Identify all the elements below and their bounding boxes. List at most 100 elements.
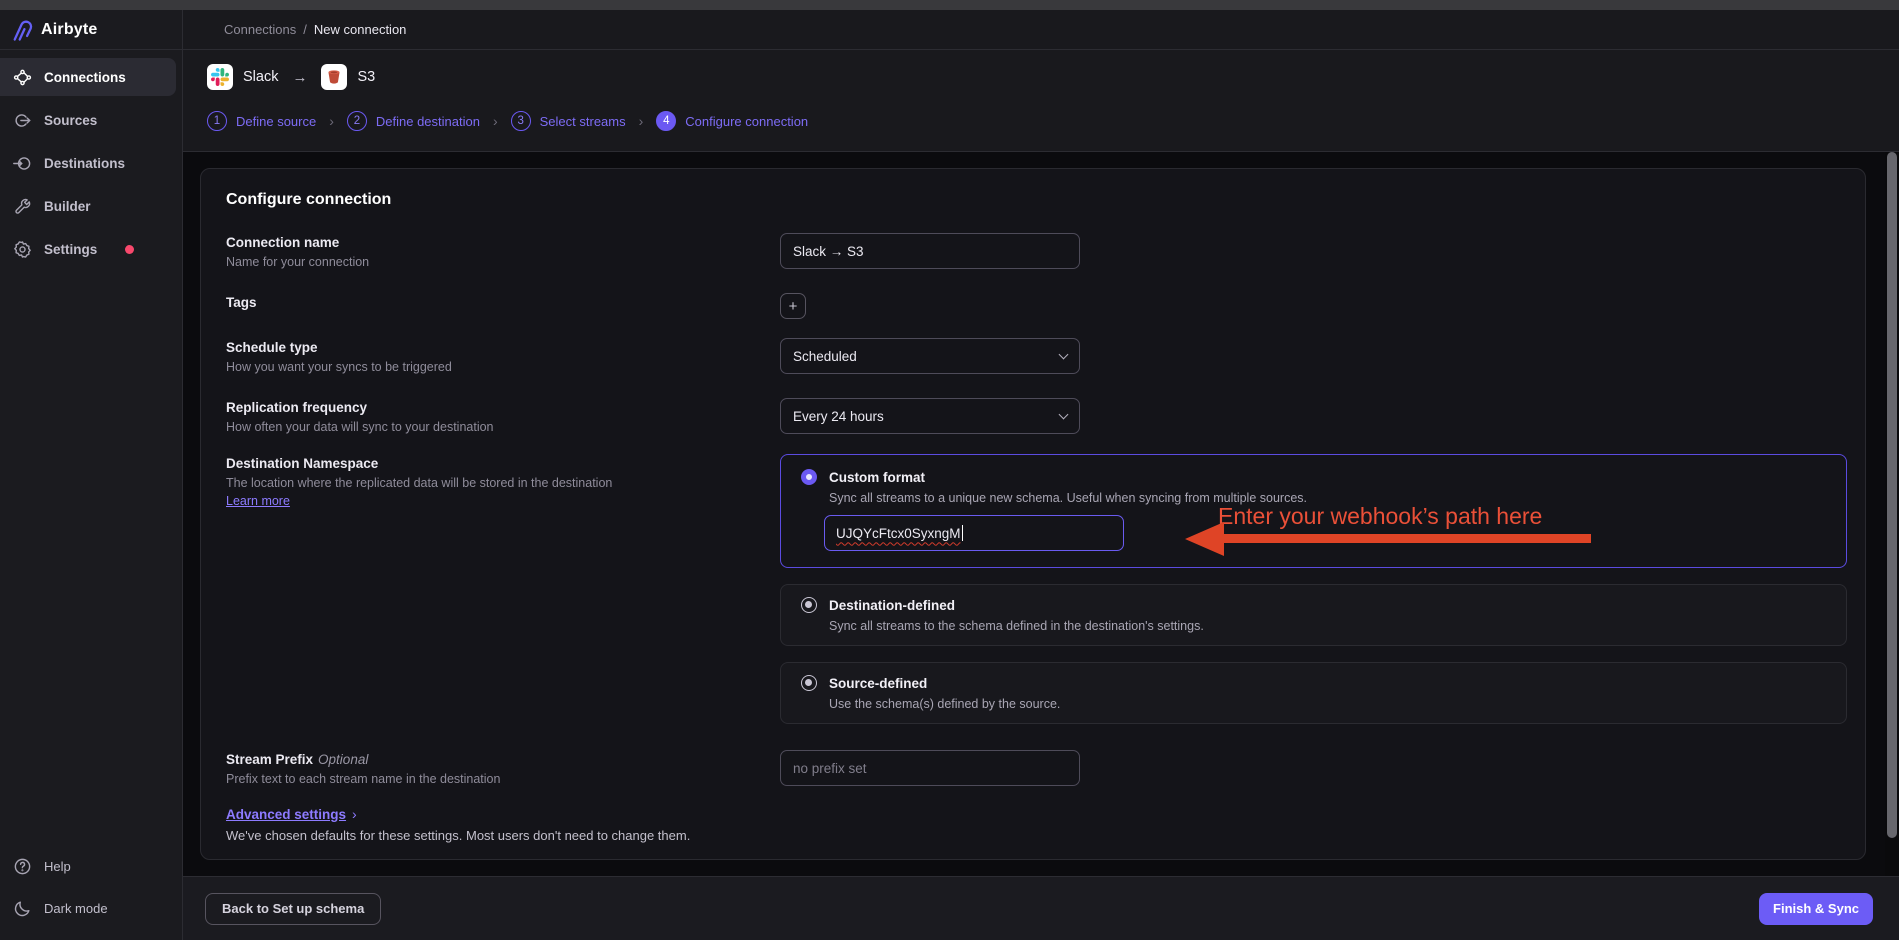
schedule-type-value: Scheduled xyxy=(793,349,857,364)
advanced-settings-description: We've chosen defaults for these settings… xyxy=(226,828,1845,843)
connections-icon xyxy=(13,68,32,87)
step-define-destination[interactable]: 2 Define destination xyxy=(347,111,480,131)
moon-icon xyxy=(13,899,32,918)
wizard-steps: 1 Define source › 2 Define destination ›… xyxy=(207,111,1899,131)
destinations-icon xyxy=(13,154,32,173)
page-title: Configure connection xyxy=(226,191,1845,209)
breadcrumb-separator: / xyxy=(303,22,307,37)
sidebar-nav: Connections Sources Destinations Builder xyxy=(0,50,182,273)
airbyte-logo-icon xyxy=(8,17,34,43)
destination-namespace-row: Destination Namespace The location where… xyxy=(226,454,1845,724)
advanced-settings-block: Advanced settings › We've chosen default… xyxy=(226,806,1845,843)
namespace-option-title: Custom format xyxy=(829,470,925,485)
connection-name-input[interactable] xyxy=(780,233,1080,269)
window-chrome-strip xyxy=(0,0,1899,10)
replication-frequency-value: Every 24 hours xyxy=(793,409,884,424)
breadcrumb-current-page: New connection xyxy=(314,22,407,37)
namespace-option-custom-format[interactable]: Custom format Sync all streams to a uniq… xyxy=(780,454,1847,568)
slack-icon xyxy=(207,64,233,90)
sidebar-item-destinations[interactable]: Destinations xyxy=(0,144,176,182)
namespace-option-source-defined[interactable]: Source-defined Use the schema(s) defined… xyxy=(780,662,1847,724)
destination-namespace-description: The location where the replicated data w… xyxy=(226,476,780,490)
step-label: Define destination xyxy=(376,114,480,129)
chevron-right-icon: › xyxy=(329,113,334,129)
stream-prefix-input[interactable] xyxy=(780,750,1080,786)
schedule-type-row: Schedule type How you want your syncs to… xyxy=(226,338,1845,374)
namespace-option-description: Sync all streams to the schema defined i… xyxy=(829,619,1846,633)
sidebar-item-connections[interactable]: Connections xyxy=(0,58,176,96)
connection-name-row: Connection name Name for your connection xyxy=(226,233,1845,269)
replication-frequency-description: How often your data will sync to your de… xyxy=(226,420,780,434)
annotation-arrow-bar xyxy=(1221,534,1591,543)
back-button[interactable]: Back to Set up schema xyxy=(205,893,381,925)
step-select-streams[interactable]: 3 Select streams xyxy=(511,111,626,131)
connection-name-label: Connection name xyxy=(226,235,780,250)
sidebar-item-label: Settings xyxy=(44,242,97,257)
radio-unchecked-icon[interactable] xyxy=(801,675,817,691)
schedule-type-label: Schedule type xyxy=(226,340,780,355)
sidebar-item-builder[interactable]: Builder xyxy=(0,187,176,225)
radio-checked-icon[interactable] xyxy=(801,469,817,485)
stream-prefix-row: Stream PrefixOptional Prefix text to eac… xyxy=(226,750,1845,786)
page-content: Configure connection Connection name Nam… xyxy=(183,152,1899,876)
brand-name: Airbyte xyxy=(41,21,98,39)
replication-frequency-select[interactable]: Every 24 hours xyxy=(780,398,1080,434)
connection-name-description: Name for your connection xyxy=(226,255,780,269)
namespace-option-destination-defined[interactable]: Destination-defined Sync all streams to … xyxy=(780,584,1847,646)
chevron-right-icon: › xyxy=(352,806,357,822)
sidebar-item-settings[interactable]: Settings xyxy=(0,230,176,268)
step-number: 3 xyxy=(511,111,531,131)
sidebar-footer: Help Dark mode xyxy=(0,848,182,940)
sidebar-item-label: Connections xyxy=(44,70,126,85)
step-number: 1 xyxy=(207,111,227,131)
namespace-custom-format-value: UJQYcFtcx0SyxngM xyxy=(836,526,961,541)
finish-and-sync-button[interactable]: Finish & Sync xyxy=(1759,893,1873,925)
stream-prefix-label: Stream Prefix xyxy=(226,752,313,767)
scrollbar-track[interactable] xyxy=(1885,152,1899,876)
sidebar-item-label: Dark mode xyxy=(44,901,108,916)
tags-row: Tags + xyxy=(226,293,1845,319)
breadcrumb-connections-link[interactable]: Connections xyxy=(224,22,296,37)
namespace-option-description: Use the schema(s) defined by the source. xyxy=(829,697,1846,711)
text-cursor xyxy=(962,525,964,541)
step-configure-connection[interactable]: 4 Configure connection xyxy=(656,111,808,131)
gear-icon xyxy=(13,240,32,259)
sidebar: Airbyte Connections Sources Desti xyxy=(0,10,183,940)
namespace-custom-format-input[interactable]: UJQYcFtcx0SyxngM xyxy=(824,515,1124,551)
sidebar-item-help[interactable]: Help xyxy=(0,848,176,884)
airbyte-app: Airbyte Connections Sources Desti xyxy=(0,10,1899,940)
optional-tag: Optional xyxy=(318,752,368,767)
chevron-down-icon xyxy=(1059,409,1069,419)
scrollbar-thumb[interactable] xyxy=(1887,152,1897,838)
help-icon xyxy=(13,857,32,876)
arrow-right-icon: → xyxy=(292,69,307,86)
namespace-option-title: Source-defined xyxy=(829,676,927,691)
step-number: 4 xyxy=(656,111,676,131)
advanced-settings-link[interactable]: Advanced settings xyxy=(226,807,346,822)
sidebar-item-label: Help xyxy=(44,859,71,874)
source-name: Slack xyxy=(243,69,278,85)
airbyte-home-link[interactable]: Airbyte xyxy=(0,10,182,50)
chevron-right-icon: › xyxy=(493,113,498,129)
replication-frequency-label: Replication frequency xyxy=(226,400,780,415)
sidebar-item-sources[interactable]: Sources xyxy=(0,101,176,139)
radio-unchecked-icon[interactable] xyxy=(801,597,817,613)
main-area: Connections / New connection Slack → xyxy=(183,10,1899,940)
add-tag-button[interactable]: + xyxy=(780,293,806,319)
annotation-arrow-head xyxy=(1185,522,1224,556)
schedule-type-select[interactable]: Scheduled xyxy=(780,338,1080,374)
step-define-source[interactable]: 1 Define source xyxy=(207,111,316,131)
step-number: 2 xyxy=(347,111,367,131)
sidebar-item-label: Destinations xyxy=(44,156,125,171)
wizard-footer: Back to Set up schema Finish & Sync xyxy=(183,876,1899,940)
sources-icon xyxy=(13,111,32,130)
sidebar-item-dark-mode[interactable]: Dark mode xyxy=(0,890,176,926)
configure-connection-card: Configure connection Connection name Nam… xyxy=(200,168,1866,860)
chevron-right-icon: › xyxy=(639,113,644,129)
connection-header: Slack → S3 1 Define source › xyxy=(183,50,1899,152)
sidebar-item-label: Sources xyxy=(44,113,97,128)
learn-more-link[interactable]: Learn more xyxy=(226,494,290,508)
sidebar-item-label: Builder xyxy=(44,199,91,214)
chevron-down-icon xyxy=(1059,349,1069,359)
s3-icon xyxy=(321,64,347,90)
